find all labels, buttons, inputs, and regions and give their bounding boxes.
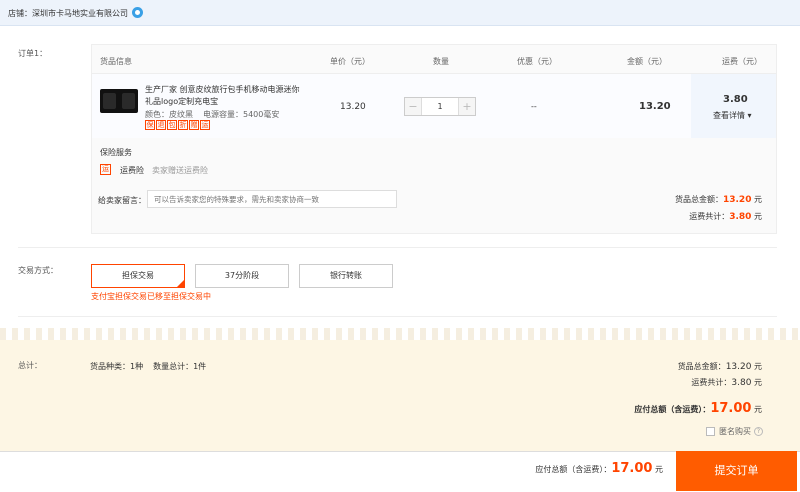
order-goods-total-value: 13.20: [722, 195, 752, 205]
summary-label: 总计：: [18, 361, 42, 370]
summary-total-label: 应付总额（含运费）：: [634, 405, 711, 414]
summary-counts: 货品种类：1种 数量总计：1件: [90, 361, 216, 372]
product-capacity: 电源容量：5400毫安: [203, 110, 280, 119]
header-discount: 优惠（元）: [517, 57, 557, 66]
section-divider: [18, 316, 777, 317]
help-icon[interactable]: ?: [754, 427, 763, 436]
summary-goods-value: 13.20: [725, 362, 752, 372]
shop-bar: 店铺： 深圳市卡马地实业有限公司: [0, 0, 800, 26]
anonymous-purchase: 匿名购买?: [706, 426, 763, 437]
order-goods-total-label: 货品总金额：: [674, 195, 723, 204]
quantity-input[interactable]: 1: [423, 98, 457, 115]
submit-order-button[interactable]: 提交订单: [676, 451, 797, 491]
summary-freight-label: 运费共计：: [691, 378, 732, 387]
insurance-title: 保险服务: [100, 148, 132, 157]
order-freight-total-value: 3.80: [729, 212, 752, 222]
anonymous-checkbox[interactable]: [706, 427, 715, 436]
currency-unit: 元: [754, 405, 762, 414]
product-title-link[interactable]: 生产厂家 创意皮纹旅行包手机移动电源迷你礼品logo定制充电宝: [145, 84, 305, 108]
currency-unit: 元: [754, 212, 762, 221]
freight-detail-link[interactable]: 查看详情 ▾: [713, 110, 752, 121]
header-product-info: 货品信息: [100, 57, 132, 66]
payment-note: 支付宝担保交易已移至担保交易中: [91, 292, 211, 301]
header-unit-price: 单价（元）: [330, 57, 370, 66]
summary-payable-total: 应付总额（含运费）：17.00 元: [634, 401, 762, 416]
section-divider: [18, 247, 777, 248]
payment-label: 交易方式：: [18, 266, 58, 275]
anonymous-label: 匿名购买: [719, 427, 751, 436]
wangwang-chat-icon[interactable]: [132, 7, 143, 18]
discount-value: --: [531, 102, 537, 111]
product-image[interactable]: [100, 89, 138, 113]
bottom-total-value: 17.00: [611, 461, 653, 476]
summary-kinds: 货品种类：1种: [90, 362, 144, 371]
header-amount: 金额（元）: [627, 57, 667, 66]
shop-name-link[interactable]: 深圳市卡马地实业有限公司: [32, 8, 128, 19]
product-color: 颜色：皮纹黑: [145, 110, 193, 119]
package-badge-icon[interactable]: 包: [167, 120, 177, 130]
freight-value: 3.80: [723, 94, 748, 105]
summary-panel: [0, 340, 800, 452]
discount-badge-icon[interactable]: 折: [178, 120, 188, 130]
currency-unit: 元: [754, 362, 762, 371]
currency-unit: 元: [655, 465, 663, 474]
order-freight-total: 运费共计：3.80 元: [689, 211, 762, 222]
currency-unit: 元: [754, 378, 762, 387]
amount-value: 13.20: [639, 101, 671, 112]
summary-goods-total: 货品总金额：13.20 元: [678, 361, 762, 372]
payment-option-installment[interactable]: 37分阶段: [195, 264, 289, 288]
shop-label: 店铺：: [8, 9, 32, 18]
summary-freight-total: 运费共计：3.80 元: [691, 377, 762, 388]
summary-zigzag-border: [0, 328, 800, 340]
freight-cell: [691, 74, 776, 138]
order-freight-total-label: 运费共计：: [689, 212, 730, 221]
service-badges: 保退包折赠运: [145, 120, 211, 130]
summary-total-value: 17.00: [710, 401, 752, 416]
shipping-insurance-icon: 运: [100, 164, 111, 175]
bottom-total-label: 应付总额（含运费）：: [535, 465, 612, 474]
product-attributes: 颜色：皮纹黑 电源容量：5400毫安: [145, 109, 289, 120]
summary-goods-label: 货品总金额：: [677, 362, 726, 371]
message-input[interactable]: [147, 190, 397, 208]
quantity-decrease-button[interactable]: −: [405, 98, 422, 115]
order-goods-total: 货品总金额：13.20 元: [675, 194, 762, 205]
insurance-name: 运费险: [120, 166, 144, 175]
quantity-stepper: − 1 +: [404, 97, 476, 116]
insurance-desc: 卖家赠送运费险: [152, 166, 208, 175]
return-badge-icon[interactable]: 退: [156, 120, 166, 130]
quantity-increase-button[interactable]: +: [458, 98, 475, 115]
gift-badge-icon[interactable]: 赠: [189, 120, 199, 130]
payment-option-escrow[interactable]: 担保交易: [91, 264, 185, 288]
guarantee-badge-icon[interactable]: 保: [145, 120, 155, 130]
summary-count: 数量总计：1件: [153, 362, 207, 371]
payment-option-bank-transfer[interactable]: 银行转账: [299, 264, 393, 288]
unit-price: 13.20: [340, 102, 366, 112]
summary-freight-value: 3.80: [731, 378, 752, 388]
currency-unit: 元: [754, 195, 762, 204]
shipping-badge-icon[interactable]: 运: [200, 120, 210, 130]
order-label: 订单1：: [18, 49, 48, 58]
header-quantity: 数量: [433, 57, 449, 66]
bottom-total: 应付总额（含运费）：17.00 元: [535, 461, 663, 476]
message-label: 给卖家留言：: [98, 196, 146, 205]
header-freight: 运费（元）: [722, 57, 762, 66]
